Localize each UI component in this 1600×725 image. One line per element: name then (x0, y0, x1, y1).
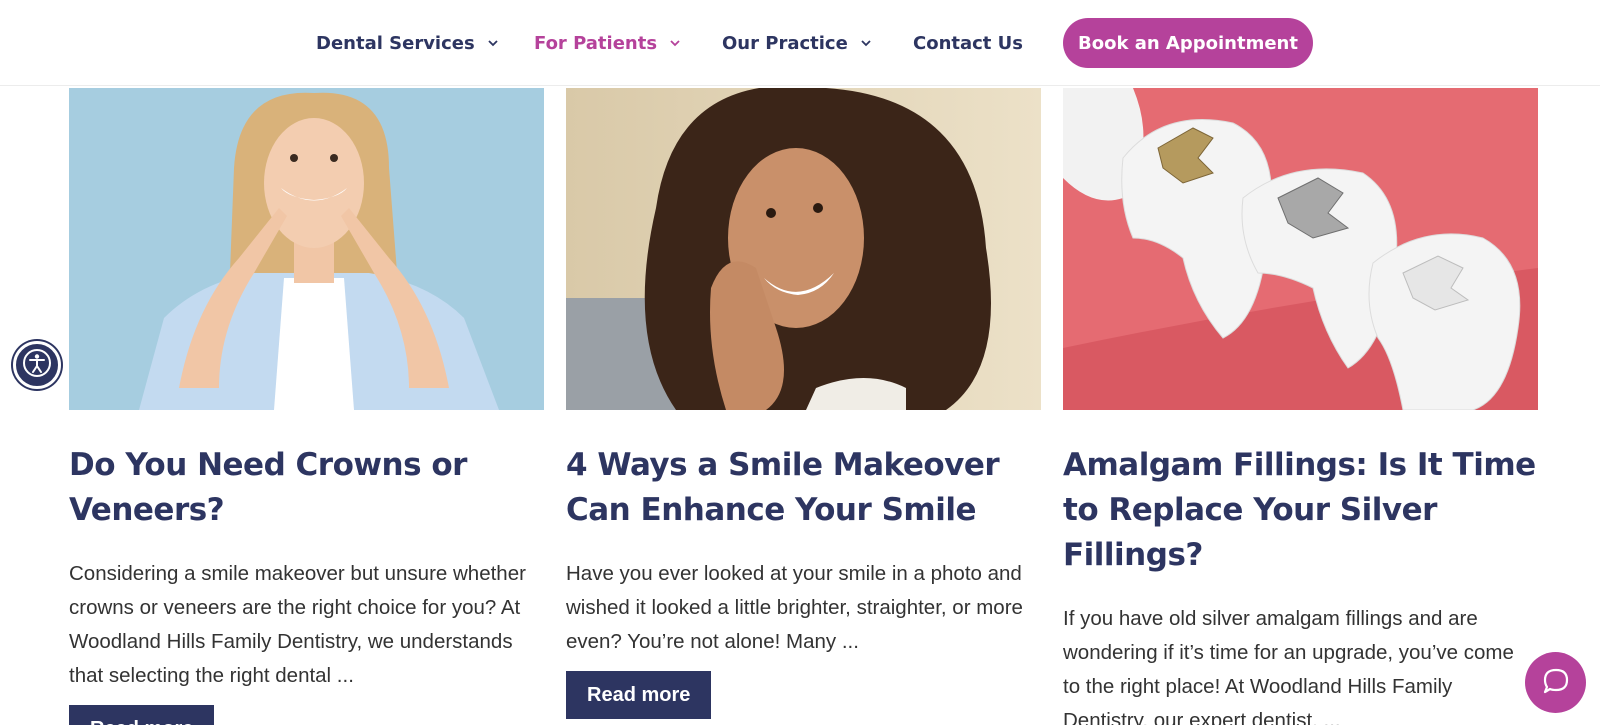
read-more-button[interactable]: Read more (566, 671, 712, 719)
read-more-button[interactable]: Read more (69, 705, 215, 725)
nav-item-for-patients[interactable]: For Patients (534, 30, 681, 56)
chevron-down-icon (487, 37, 499, 49)
site-header: Dental Services For Patients Our Practic… (0, 0, 1600, 86)
post-image[interactable] (1063, 88, 1538, 410)
chat-button[interactable] (1525, 652, 1586, 713)
accessibility-button[interactable] (13, 341, 61, 389)
post-title[interactable]: 4 Ways a Smile Makeover Can Enhance Your… (566, 443, 1041, 533)
blog-card: Do You Need Crowns or Veneers? Consideri… (69, 88, 544, 725)
chevron-down-icon (860, 37, 872, 49)
post-excerpt: Have you ever looked at your smile in a … (566, 562, 1023, 653)
book-appointment-button[interactable]: Book an Appointment (1063, 18, 1313, 68)
post-image[interactable] (566, 88, 1041, 410)
nav-item-label: Contact Us (913, 32, 1024, 54)
blog-card: Amalgam Fillings: Is It Time to Replace … (1063, 88, 1538, 725)
chevron-down-icon (669, 37, 681, 49)
post-title[interactable]: Do You Need Crowns or Veneers? (69, 443, 544, 533)
post-title[interactable]: Amalgam Fillings: Is It Time to Replace … (1063, 443, 1538, 578)
nav-item-contact-us[interactable]: Contact Us (913, 30, 1023, 56)
post-excerpt: Considering a smile makeover but unsure … (69, 562, 526, 687)
nav-item-dental-services[interactable]: Dental Services (316, 30, 499, 56)
post-excerpt: If you have old silver amalgam fillings … (1063, 607, 1514, 725)
chat-bubble-icon (1540, 665, 1572, 701)
nav-item-label: Dental Services (316, 32, 475, 54)
nav-item-label: Our Practice (722, 32, 848, 54)
post-image[interactable] (69, 88, 544, 410)
accessibility-icon (22, 348, 52, 382)
blog-card: 4 Ways a Smile Makeover Can Enhance Your… (566, 88, 1041, 719)
nav-item-our-practice[interactable]: Our Practice (722, 30, 872, 56)
nav-item-label: For Patients (534, 32, 658, 54)
